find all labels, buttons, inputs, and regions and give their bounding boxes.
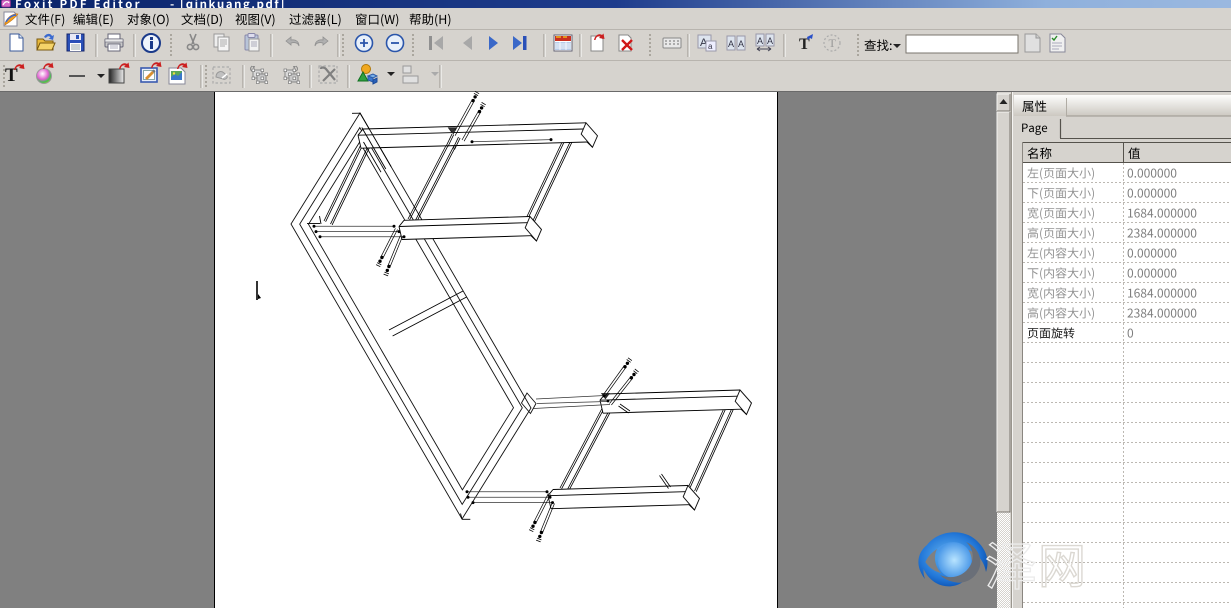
svg-text:A: A xyxy=(757,36,763,46)
svg-text:A: A xyxy=(738,39,744,49)
svg-text:A: A xyxy=(728,39,734,49)
svg-text:a: a xyxy=(708,42,713,51)
svg-text:T: T xyxy=(829,36,837,50)
svg-text:A: A xyxy=(767,36,773,46)
